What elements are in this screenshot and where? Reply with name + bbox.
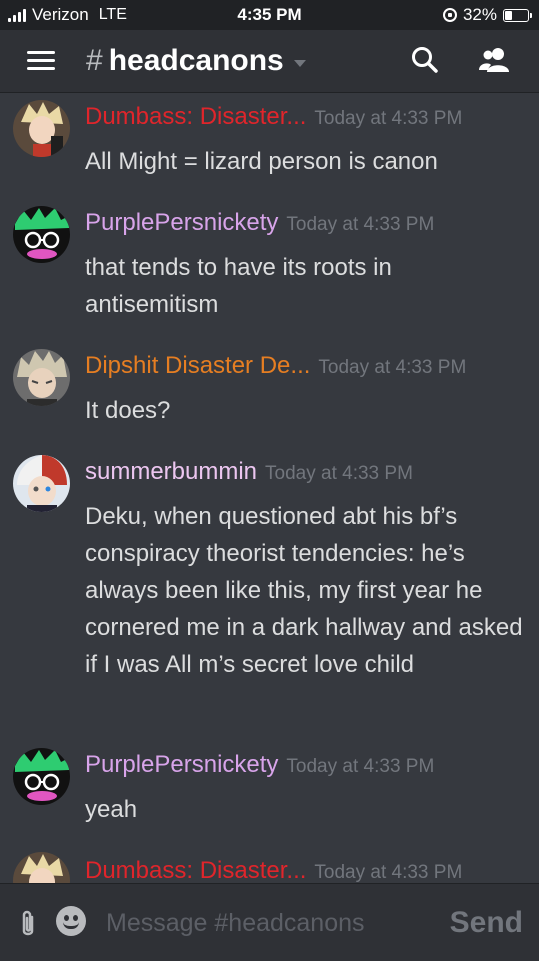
search-icon[interactable] [409,44,441,76]
avatar[interactable] [13,349,70,406]
battery-group: 32% [442,5,532,25]
username[interactable]: summerbummin [85,458,257,485]
username[interactable]: PurplePersnickety [85,751,278,778]
message-text: All Might = lizard person is canon [85,148,438,175]
send-button[interactable]: Send [450,906,523,940]
message-author[interactable]: Dipshit Disaster De... Today at 4:33 PM [85,352,466,380]
message-text: that tends to have its roots in antisemi… [85,254,392,318]
channel-name: headcanons [108,44,284,77]
emoji-icon[interactable] [56,906,86,936]
message-text: Deku, when questioned abt his bf’s consp… [85,503,523,678]
message-text: yeah [85,796,138,823]
message-timestamp: Today at 4:33 PM [286,756,435,777]
username[interactable]: PurplePersnickety [85,209,278,236]
avatar[interactable] [13,852,70,883]
message-timestamp: Today at 4:33 PM [318,357,467,378]
message-author[interactable]: summerbummin Today at 4:33 PM [85,458,413,486]
message-timestamp: Today at 4:33 PM [265,463,413,484]
message-timestamp: Today at 4:33 PM [286,214,435,235]
message-timestamp: Today at 4:33 PM [314,862,463,883]
message-timestamp: Today at 4:33 PM [314,108,463,129]
attachment-icon[interactable] [18,909,38,939]
message-composer: Send [0,883,539,961]
rotation-lock-icon [442,8,457,22]
message-text: It does? [85,397,171,424]
status-bar: Verizon LTE 4:35 PM 32% [0,0,539,30]
members-icon[interactable] [477,44,513,76]
battery-percent: 32% [462,5,497,24]
message-author[interactable]: Dumbass: Disaster... Today at 4:33 PM [85,857,462,883]
message-list[interactable]: Dumbass: Disaster... Today at 4:33 PM All… [0,93,539,883]
username[interactable]: Dumbass: Disaster... [85,103,306,130]
channel-header: # headcanons [0,30,539,93]
avatar[interactable] [13,100,70,157]
menu-icon[interactable] [27,51,55,71]
avatar[interactable] [13,748,70,805]
channel-title[interactable]: # headcanons [86,44,306,78]
message-input[interactable] [104,904,428,942]
chevron-down-icon [293,59,306,67]
avatar[interactable] [13,206,70,263]
message-author[interactable]: Dumbass: Disaster... Today at 4:33 PM [85,103,462,131]
hash-icon: # [86,44,103,77]
avatar[interactable] [13,455,70,512]
username[interactable]: Dumbass: Disaster... [85,857,306,883]
battery-icon [503,8,532,22]
message-author[interactable]: PurplePersnickety Today at 4:33 PM [85,209,434,237]
username[interactable]: Dipshit Disaster De... [85,352,310,379]
message-author[interactable]: PurplePersnickety Today at 4:33 PM [85,751,434,779]
